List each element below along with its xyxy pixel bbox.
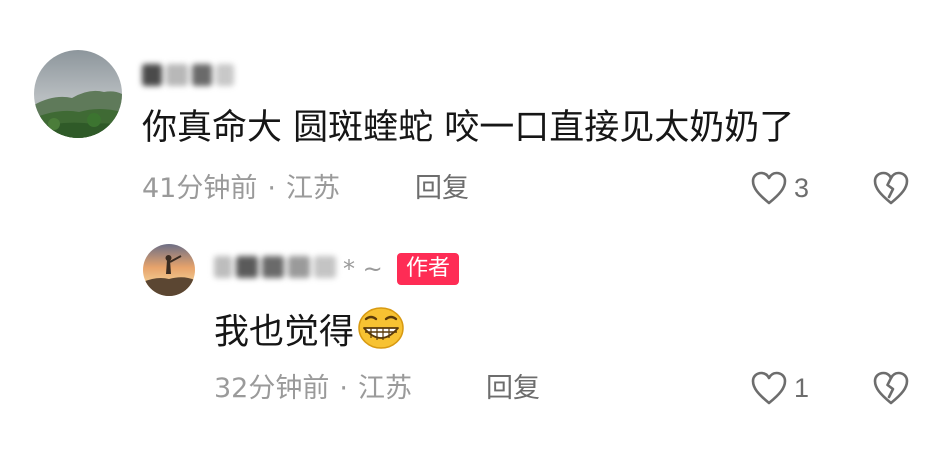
reply-text-row: 我也觉得: [214, 306, 406, 361]
comment-location: 江苏: [285, 173, 340, 204]
broken-heart-icon: [873, 171, 909, 205]
reply-meta: 32分钟前 · 江苏: [214, 372, 412, 406]
sunset-figure-image: [143, 244, 195, 296]
like-button[interactable]: 3: [750, 170, 809, 206]
username-suffix: * ~: [343, 255, 383, 283]
mountain-landscape-image: [34, 50, 122, 138]
reply-button[interactable]: 回复: [486, 372, 540, 406]
grinning-face-emoji: [356, 306, 406, 361]
commenter-avatar[interactable]: [34, 50, 122, 138]
heart-outline-icon: [751, 171, 787, 205]
dislike-button[interactable]: [872, 170, 910, 210]
comment-meta: 41分钟前 · 江苏: [142, 172, 340, 206]
comment-text: 你真命大 圆斑蝰蛇 咬一口直接见太奶奶了: [142, 108, 795, 148]
like-button[interactable]: 1: [750, 370, 809, 406]
broken-heart-icon: [873, 371, 909, 405]
dislike-button[interactable]: [872, 370, 910, 410]
reply-text: 我也觉得: [214, 312, 355, 353]
meta-separator: ·: [339, 373, 348, 404]
meta-separator: ·: [267, 173, 276, 204]
like-count: 3: [794, 173, 810, 203]
reply-button[interactable]: 回复: [415, 172, 469, 206]
reply-location: 江苏: [357, 373, 412, 404]
author-badge: 作者: [397, 253, 460, 285]
comment-time: 41分钟前: [142, 173, 258, 204]
replier-avatar[interactable]: [143, 244, 195, 296]
replier-username[interactable]: [214, 254, 340, 280]
reply-time: 32分钟前: [214, 373, 330, 404]
like-count: 1: [794, 373, 810, 403]
commenter-username[interactable]: [142, 62, 238, 88]
heart-outline-icon: [751, 371, 787, 405]
